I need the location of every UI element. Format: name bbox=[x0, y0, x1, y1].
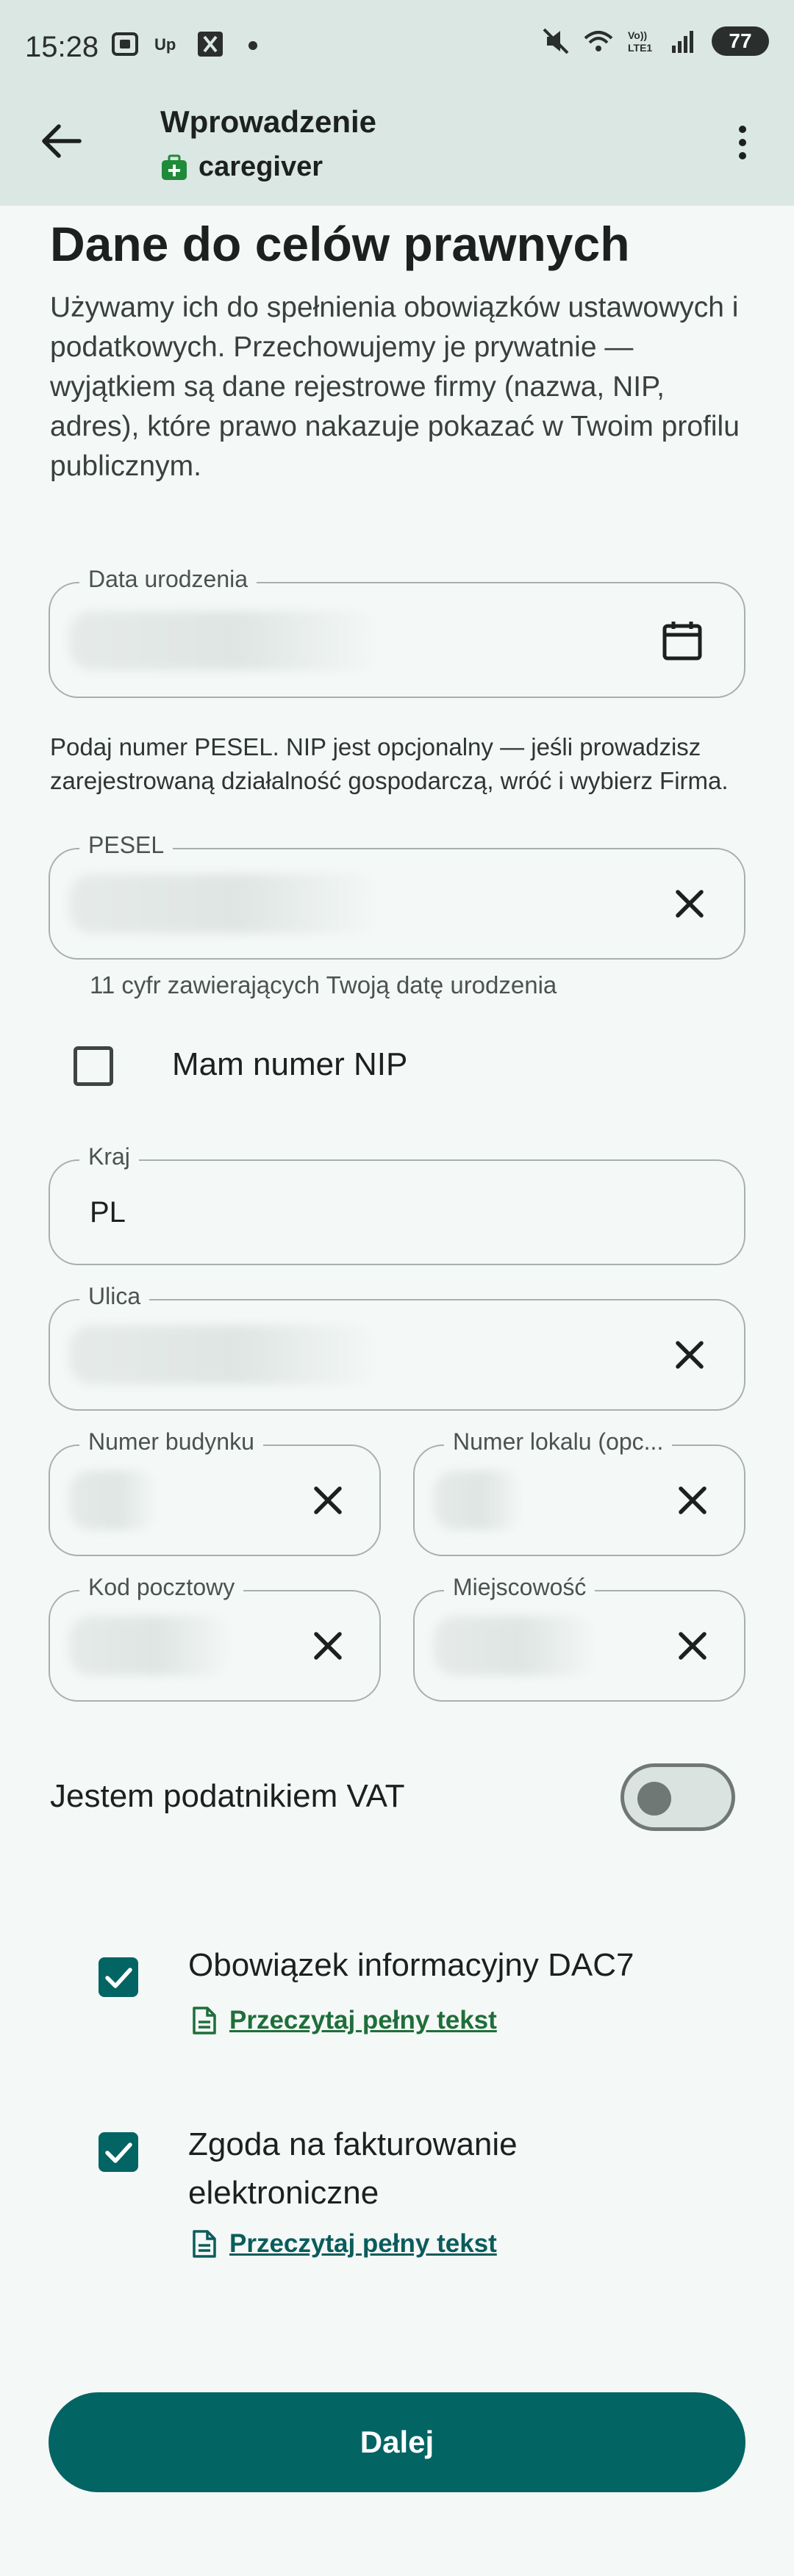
role-label: caregiver bbox=[198, 151, 323, 182]
e-invoice-read-link[interactable]: Przeczytaj pełny tekst bbox=[191, 2229, 497, 2259]
dac7-link-text[interactable]: Przeczytaj pełny tekst bbox=[229, 2006, 497, 2035]
accessibility-app-icon bbox=[198, 32, 223, 57]
screenshot-icon bbox=[112, 32, 138, 56]
wifi-icon bbox=[584, 31, 613, 51]
app-bar-subtitle: caregiver bbox=[160, 151, 323, 183]
status-system-icons: Vo)) LTE1 77 bbox=[541, 26, 769, 56]
calendar-icon[interactable] bbox=[660, 619, 704, 663]
apartment-number-field[interactable]: Numer lokalu (opc... bbox=[413, 1428, 745, 1556]
notification-dot-icon bbox=[248, 41, 257, 50]
back-arrow-icon[interactable] bbox=[37, 116, 87, 166]
up-app-icon: Up bbox=[154, 35, 176, 54]
redacted-value bbox=[69, 611, 378, 670]
postal-code-label: Kod pocztowy bbox=[79, 1574, 244, 1601]
dac7-checkbox[interactable] bbox=[99, 1957, 138, 1997]
status-notification-icons: Up bbox=[110, 29, 268, 59]
country-label: Kraj bbox=[79, 1143, 139, 1170]
lte-icon: Vo)) LTE1 bbox=[628, 29, 652, 54]
page-title: Dane do celów prawnych bbox=[50, 217, 630, 271]
building-number-label: Numer budynku bbox=[79, 1428, 263, 1456]
more-options-icon[interactable] bbox=[720, 120, 765, 165]
country-field[interactable]: Kraj PL bbox=[49, 1143, 745, 1265]
apartment-number-label: Numer lokalu (opc... bbox=[444, 1428, 673, 1456]
redacted-value bbox=[69, 1616, 231, 1675]
signal-icon bbox=[672, 31, 693, 53]
street-field[interactable]: Ulica bbox=[49, 1283, 745, 1411]
clear-icon[interactable] bbox=[670, 1478, 715, 1522]
building-number-field[interactable]: Numer budynku bbox=[49, 1428, 381, 1556]
medical-bag-icon bbox=[162, 154, 187, 180]
next-button[interactable]: Dalej bbox=[49, 2392, 745, 2492]
app-bar: Wprowadzenie caregiver bbox=[0, 96, 794, 206]
redacted-value bbox=[69, 1325, 378, 1384]
e-invoice-label[interactable]: Zgoda na fakturowanie elektroniczne bbox=[188, 2120, 659, 2217]
pesel-field[interactable]: PESEL bbox=[49, 832, 745, 960]
document-icon bbox=[193, 2230, 216, 2258]
nip-checkbox[interactable] bbox=[74, 1046, 113, 1086]
redacted-value bbox=[69, 1471, 157, 1530]
redacted-value bbox=[69, 874, 378, 933]
battery-icon: 77 bbox=[712, 26, 769, 56]
app-bar-title: Wprowadzenie bbox=[160, 104, 377, 139]
checkmark-icon bbox=[105, 1968, 132, 1988]
clear-icon[interactable] bbox=[306, 1478, 350, 1522]
clear-icon[interactable] bbox=[306, 1624, 350, 1668]
dac7-label[interactable]: Obowiązek informacyjny DAC7 bbox=[188, 1947, 634, 1984]
street-label: Ulica bbox=[79, 1283, 150, 1310]
vat-toggle-knob bbox=[637, 1782, 671, 1816]
birth-date-field[interactable]: Data urodzenia bbox=[49, 566, 745, 698]
redacted-value bbox=[434, 1616, 596, 1675]
document-icon bbox=[193, 2007, 216, 2034]
e-invoice-link-text[interactable]: Przeczytaj pełny tekst bbox=[229, 2229, 497, 2259]
pesel-supporting-text: 11 cyfr zawierających Twoją datę urodzen… bbox=[90, 971, 557, 999]
clear-icon[interactable] bbox=[668, 882, 712, 926]
country-value: PL bbox=[90, 1196, 126, 1228]
svg-text:Up: Up bbox=[154, 35, 176, 54]
birth-date-label: Data urodzenia bbox=[79, 566, 257, 593]
city-field[interactable]: Miejscowość bbox=[413, 1574, 745, 1702]
checkmark-icon bbox=[105, 2143, 132, 2163]
status-time: 15:28 bbox=[25, 31, 99, 63]
svg-text:LTE1: LTE1 bbox=[628, 42, 652, 54]
pesel-hint: Podaj numer PESEL. NIP jest opcjonalny —… bbox=[50, 733, 729, 794]
vat-toggle-label: Jestem podatnikiem VAT bbox=[50, 1778, 405, 1814]
e-invoice-checkbox[interactable] bbox=[99, 2132, 138, 2172]
clear-icon[interactable] bbox=[670, 1624, 715, 1668]
clear-icon[interactable] bbox=[668, 1333, 712, 1377]
svg-text:Vo)): Vo)) bbox=[628, 29, 647, 41]
city-label: Miejscowość bbox=[444, 1574, 596, 1601]
page-description: Używamy ich do spełnienia obowiązków ust… bbox=[50, 292, 740, 482]
postal-code-field[interactable]: Kod pocztowy bbox=[49, 1574, 381, 1702]
status-bar: 15:28 Up Vo)) LTE1 77 bbox=[0, 0, 794, 96]
vat-toggle[interactable] bbox=[620, 1763, 735, 1831]
redacted-value bbox=[434, 1471, 522, 1530]
pesel-label: PESEL bbox=[79, 832, 174, 859]
nip-checkbox-label[interactable]: Mam numer NIP bbox=[172, 1046, 407, 1083]
mute-icon bbox=[543, 28, 569, 54]
dac7-read-link[interactable]: Przeczytaj pełny tekst bbox=[191, 2006, 497, 2035]
